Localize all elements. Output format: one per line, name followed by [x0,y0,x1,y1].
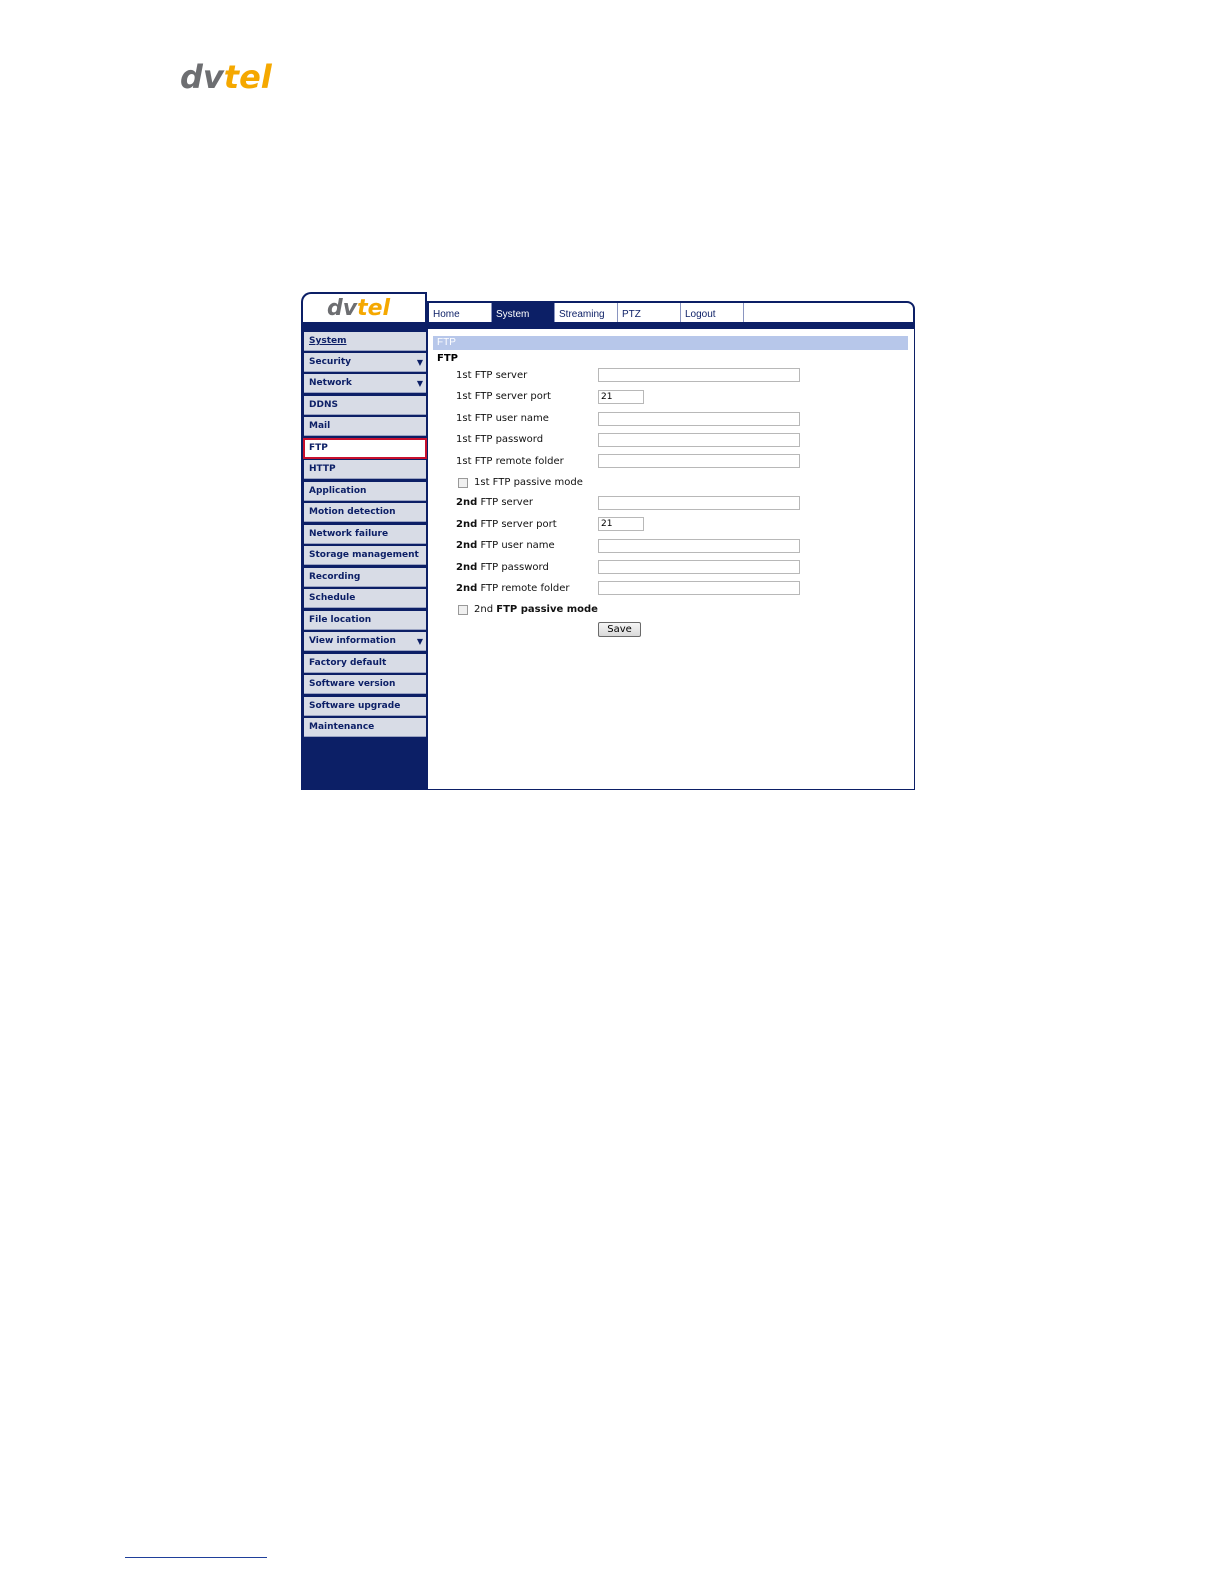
second-ftp-folder-label: 2nd FTP remote folder [456,583,570,594]
tab-logout[interactable]: Logout [681,303,744,324]
sidebar-item-label: Storage management [309,550,419,560]
first-ftp-user-input[interactable] [598,412,800,426]
sidebar-item-label: Mail [309,421,331,431]
sidebar-item-schedule[interactable]: Schedule [304,589,426,608]
dropdown-arrow-icon: ▼ [416,358,423,367]
sidebar-item-ddns[interactable]: DDNS [304,396,426,415]
sidebar-item-http[interactable]: HTTP [304,460,426,479]
sidebar-item-maintenance[interactable]: Maintenance [304,718,426,737]
sidebar-item-label: Security [309,357,352,367]
sidebar-item-label: DDNS [309,400,338,410]
sidebar-item-label: Motion detection [309,507,396,517]
dropdown-arrow-icon: ▼ [416,379,423,388]
ui-logo-dv: dv [327,296,358,321]
second-ftp-password-label: 2nd FTP password [456,562,549,573]
sidebar-item-label: Software upgrade [309,701,401,711]
ui-logo: dvtel [327,296,390,321]
camera-web-ui: dvtel Home System Streaming PTZ Logout S… [301,292,915,790]
second-ftp-passive-checkbox[interactable] [458,605,468,615]
logo-dv: dv [180,58,224,96]
sidebar-item-label: HTTP [309,464,336,474]
sidebar-item-label: FTP [309,443,328,453]
sidebar-item-software-upgrade[interactable]: Software upgrade [304,697,426,716]
sidebar-item-network-failure-detection[interactable]: Network failure detection [304,525,426,558]
top-nav: Home System Streaming PTZ Logout [427,301,915,324]
first-ftp-server-label: 1st FTP server [456,370,528,381]
save-button[interactable]: Save [598,622,641,637]
first-ftp-password-label: 1st FTP password [456,434,544,445]
first-ftp-server-input[interactable] [598,368,800,382]
sidebar-item-label: Recording [309,572,361,582]
sidebar-item-file-location[interactable]: File location [304,611,426,630]
ui-logo-tel: tel [357,296,391,321]
sidebar-item-factory-default[interactable]: Factory default [304,654,426,673]
ftp-settings-panel: FTP FTP 1st FTP server 1st FTP server po… [428,328,915,790]
first-ftp-user-label: 1st FTP user name [456,413,549,424]
first-ftp-port-input[interactable] [598,390,644,404]
first-ftp-port-label: 1st FTP server port [456,391,551,402]
sidebar-item-label: System [309,336,347,346]
sidebar-item-mail[interactable]: Mail [304,417,426,436]
first-ftp-folder-label: 1st FTP remote folder [456,456,564,467]
first-ftp-folder-input[interactable] [598,454,800,468]
sidebar-item-storage-management[interactable]: Storage management [304,546,426,565]
sidebar-item-label: Factory default [309,658,387,668]
first-ftp-passive-checkbox[interactable] [458,478,468,488]
second-ftp-port-input[interactable] [598,517,644,531]
second-ftp-password-input[interactable] [598,560,800,574]
section-title: FTP [437,353,458,364]
ui-header: dvtel Home System Streaming PTZ Logout [301,292,915,329]
second-ftp-user-input[interactable] [598,539,800,553]
sidebar-item-label: Network [309,378,352,388]
dropdown-arrow-icon: ▼ [416,637,423,646]
sidebar-item-security[interactable]: Security ▼ [304,353,426,372]
brand-box: dvtel [301,292,427,324]
second-ftp-port-label: 2nd FTP server port [456,519,557,530]
sidebar-item-software-version[interactable]: Software version [304,675,426,694]
tab-home[interactable]: Home [429,303,492,324]
sidebar-item-network[interactable]: Network ▼ [304,374,426,393]
dvtel-logo: dvtel [180,58,290,96]
sidebar-item-application[interactable]: Application [304,482,426,501]
sidebar-item-label: Maintenance [309,722,375,732]
first-ftp-password-input[interactable] [598,433,800,447]
tab-system[interactable]: System [492,303,555,324]
sidebar-item-label: Schedule [309,593,356,603]
sidebar: System Security ▼ Network ▼ DDNS Mail FTP … [301,328,428,790]
sidebar-item-recording[interactable]: Recording [304,568,426,587]
sidebar-item-label: Application [309,486,367,496]
section-header-bar: FTP [433,336,908,350]
footer-rule [125,1557,267,1558]
second-ftp-folder-input[interactable] [598,581,800,595]
sidebar-item-label: File location [309,615,372,625]
sidebar-item-label: View information [309,636,396,646]
sidebar-item-ftp[interactable]: FTP [303,438,427,459]
tab-ptz[interactable]: PTZ [618,303,681,324]
second-ftp-user-label: 2nd FTP user name [456,540,555,551]
first-ftp-passive-label: 1st FTP passive mode [474,477,583,488]
sidebar-item-motion-detection[interactable]: Motion detection [304,503,426,522]
second-ftp-server-label: 2nd FTP server [456,497,533,508]
sidebar-item-view-information[interactable]: View information ▼ [304,632,426,651]
logo-tel: tel [223,58,272,96]
tab-streaming[interactable]: Streaming [555,303,618,324]
sidebar-item-system[interactable]: System [304,332,426,351]
second-ftp-passive-label: 2nd FTP passive mode [474,604,598,615]
sidebar-item-label: Software version [309,679,396,689]
second-ftp-server-input[interactable] [598,496,800,510]
